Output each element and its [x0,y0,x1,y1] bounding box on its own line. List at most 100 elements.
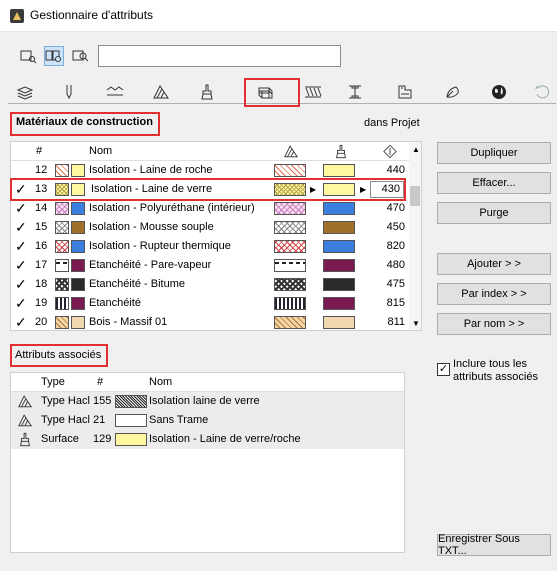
cut-fill-swatch[interactable] [274,259,306,272]
cut-fill-swatch[interactable] [274,164,306,177]
purge-button[interactable]: Purge [437,202,551,224]
table-row[interactable]: ✓ 14 Isolation - Polyuréthane (intérieur) 4… [11,199,409,218]
surface-mini-swatch [71,316,85,329]
include-all-label-line2: attributs associés [453,371,538,383]
composite-icon [305,86,322,98]
checkmark-icon[interactable]: ✓ [15,314,27,330]
pen-icon [66,85,72,100]
view-single-icon[interactable] [18,46,38,66]
include-all-checkbox[interactable]: ✓ [437,363,450,376]
row-num: 19 [35,297,48,309]
search-input[interactable] [98,45,341,67]
table-row[interactable]: ✓ 15 Isolation - Mousse souple 450 [11,218,409,237]
tab-hatches[interactable] [144,80,178,104]
list-item[interactable]: Surface 129 Isolation - Laine de verre/roc… [11,430,404,449]
cut-fill-swatch[interactable] [274,316,306,329]
delete-button[interactable]: Effacer... [437,172,551,194]
surface-swatch[interactable] [323,202,355,215]
title-bar: Gestionnaire d'attributs [0,0,557,32]
materials-list-header: # Nom [11,142,421,161]
duplicate-button[interactable]: Dupliquer [437,142,551,164]
row-name: Etanchéité - Pare-vapeur [89,259,212,271]
checkmark-icon[interactable]: ✓ [15,200,27,216]
priority-value: 811 [387,316,405,328]
assoc-type: Type Hacl [41,395,90,407]
scroll-thumb[interactable] [410,186,420,206]
cut-fill-swatch[interactable] [274,240,306,253]
tab-layers[interactable] [8,80,42,104]
surface-mini-swatch [71,297,85,310]
assoc-swatch [115,395,147,408]
materials-scrollbar[interactable]: ▲ ▼ [409,142,421,330]
cut-fill-mini-swatch [55,240,69,253]
surface-brush-icon [20,432,30,447]
checkmark-icon[interactable]: ✓ [15,219,27,235]
column-surface-icon [336,144,346,159]
row-num: 14 [35,202,48,214]
row-name: Etanchéité [89,297,141,309]
surface-swatch[interactable] [323,240,355,253]
priority-value: 480 [386,259,405,271]
surface-swatch[interactable] [323,221,355,234]
checkmark-icon[interactable]: ✓ [15,238,27,254]
scroll-up-icon[interactable]: ▲ [412,145,420,154]
cut-fill-swatch[interactable] [274,278,306,291]
checkmark-icon[interactable]: ✓ [15,276,27,292]
tab-pens[interactable] [52,80,86,104]
append-button[interactable]: Ajouter > > [437,253,551,275]
hatch-icon [153,85,169,99]
tab-composites[interactable] [296,80,330,104]
checkmark-icon[interactable]: ✓ [15,257,27,273]
surface-swatch[interactable] [323,259,355,272]
table-row[interactable]: ✓ 17 Etanchéité - Pare-vapeur 480 [11,256,409,275]
column-num: # [36,145,43,157]
column-name: Nom [149,376,173,388]
priority-value: 475 [386,278,405,290]
assoc-type: Type Hacl [41,414,90,426]
tab-zone-categories[interactable] [388,80,422,104]
list-item[interactable]: Type Hacl 155 Isolation laine de verre [11,392,404,411]
tab-renovation[interactable] [526,80,557,104]
assoc-num: 155 [93,395,112,407]
surface-swatch[interactable] [323,297,355,310]
surface-swatch[interactable] [323,278,355,291]
tab-line-types[interactable] [98,80,132,104]
scope-label: dans Projet [364,117,420,129]
priority-value: 815 [386,297,405,309]
by-index-button[interactable]: Par index > > [437,283,551,305]
tab-globe[interactable] [482,80,516,104]
cut-fill-swatch[interactable] [274,202,306,215]
tab-surfaces[interactable] [190,80,224,104]
surface-swatch[interactable] [323,164,355,177]
column-hatch-icon [284,145,299,158]
surface-mini-swatch [71,240,85,253]
assoc-name: Isolation - Laine de verre/roche [149,433,301,445]
cut-fill-swatch[interactable] [274,221,306,234]
save-as-txt-button[interactable]: Enregistrer Sous TXT... [437,533,551,557]
by-name-button[interactable]: Par nom > > [437,313,551,335]
table-row[interactable]: ✓ 19 Etanchéité 815 [11,294,409,313]
checkmark-icon[interactable]: ✓ [15,295,27,311]
cut-fill-swatch[interactable] [274,297,306,310]
materials-list[interactable]: # Nom 12 Isolation - Laine de roche 440 ✓ 13… [10,141,422,331]
scroll-down-icon[interactable]: ▼ [412,319,420,328]
cut-fill-mini-swatch [55,259,69,272]
table-row[interactable]: ✓ 18 Etanchéité - Bitume 475 [11,275,409,294]
associated-list[interactable]: Type # Nom Type Hacl 155 Isolation laine d… [10,372,405,553]
surface-mini-swatch [71,221,85,234]
cut-fill-mini-swatch [55,221,69,234]
surface-swatch[interactable] [323,316,355,329]
column-type: Type [41,376,65,388]
assoc-name: Sans Trame [149,414,209,426]
line-type-icon [106,86,124,96]
tab-profiles[interactable] [338,80,372,104]
row-num: 20 [35,316,48,328]
cut-fill-mini-swatch [55,278,69,291]
tab-mep[interactable] [436,80,470,104]
table-row[interactable]: ✓ 16 Isolation - Rupteur thermique 820 [11,237,409,256]
view-search-icon[interactable] [70,46,90,66]
table-row[interactable]: ✓ 20 Bois - Massif 01 811 [11,313,409,330]
list-item[interactable]: Type Hacl 21 Sans Trame [11,411,404,430]
row-name: Bois - Massif 01 [89,316,168,328]
view-double-icon[interactable] [44,46,64,66]
